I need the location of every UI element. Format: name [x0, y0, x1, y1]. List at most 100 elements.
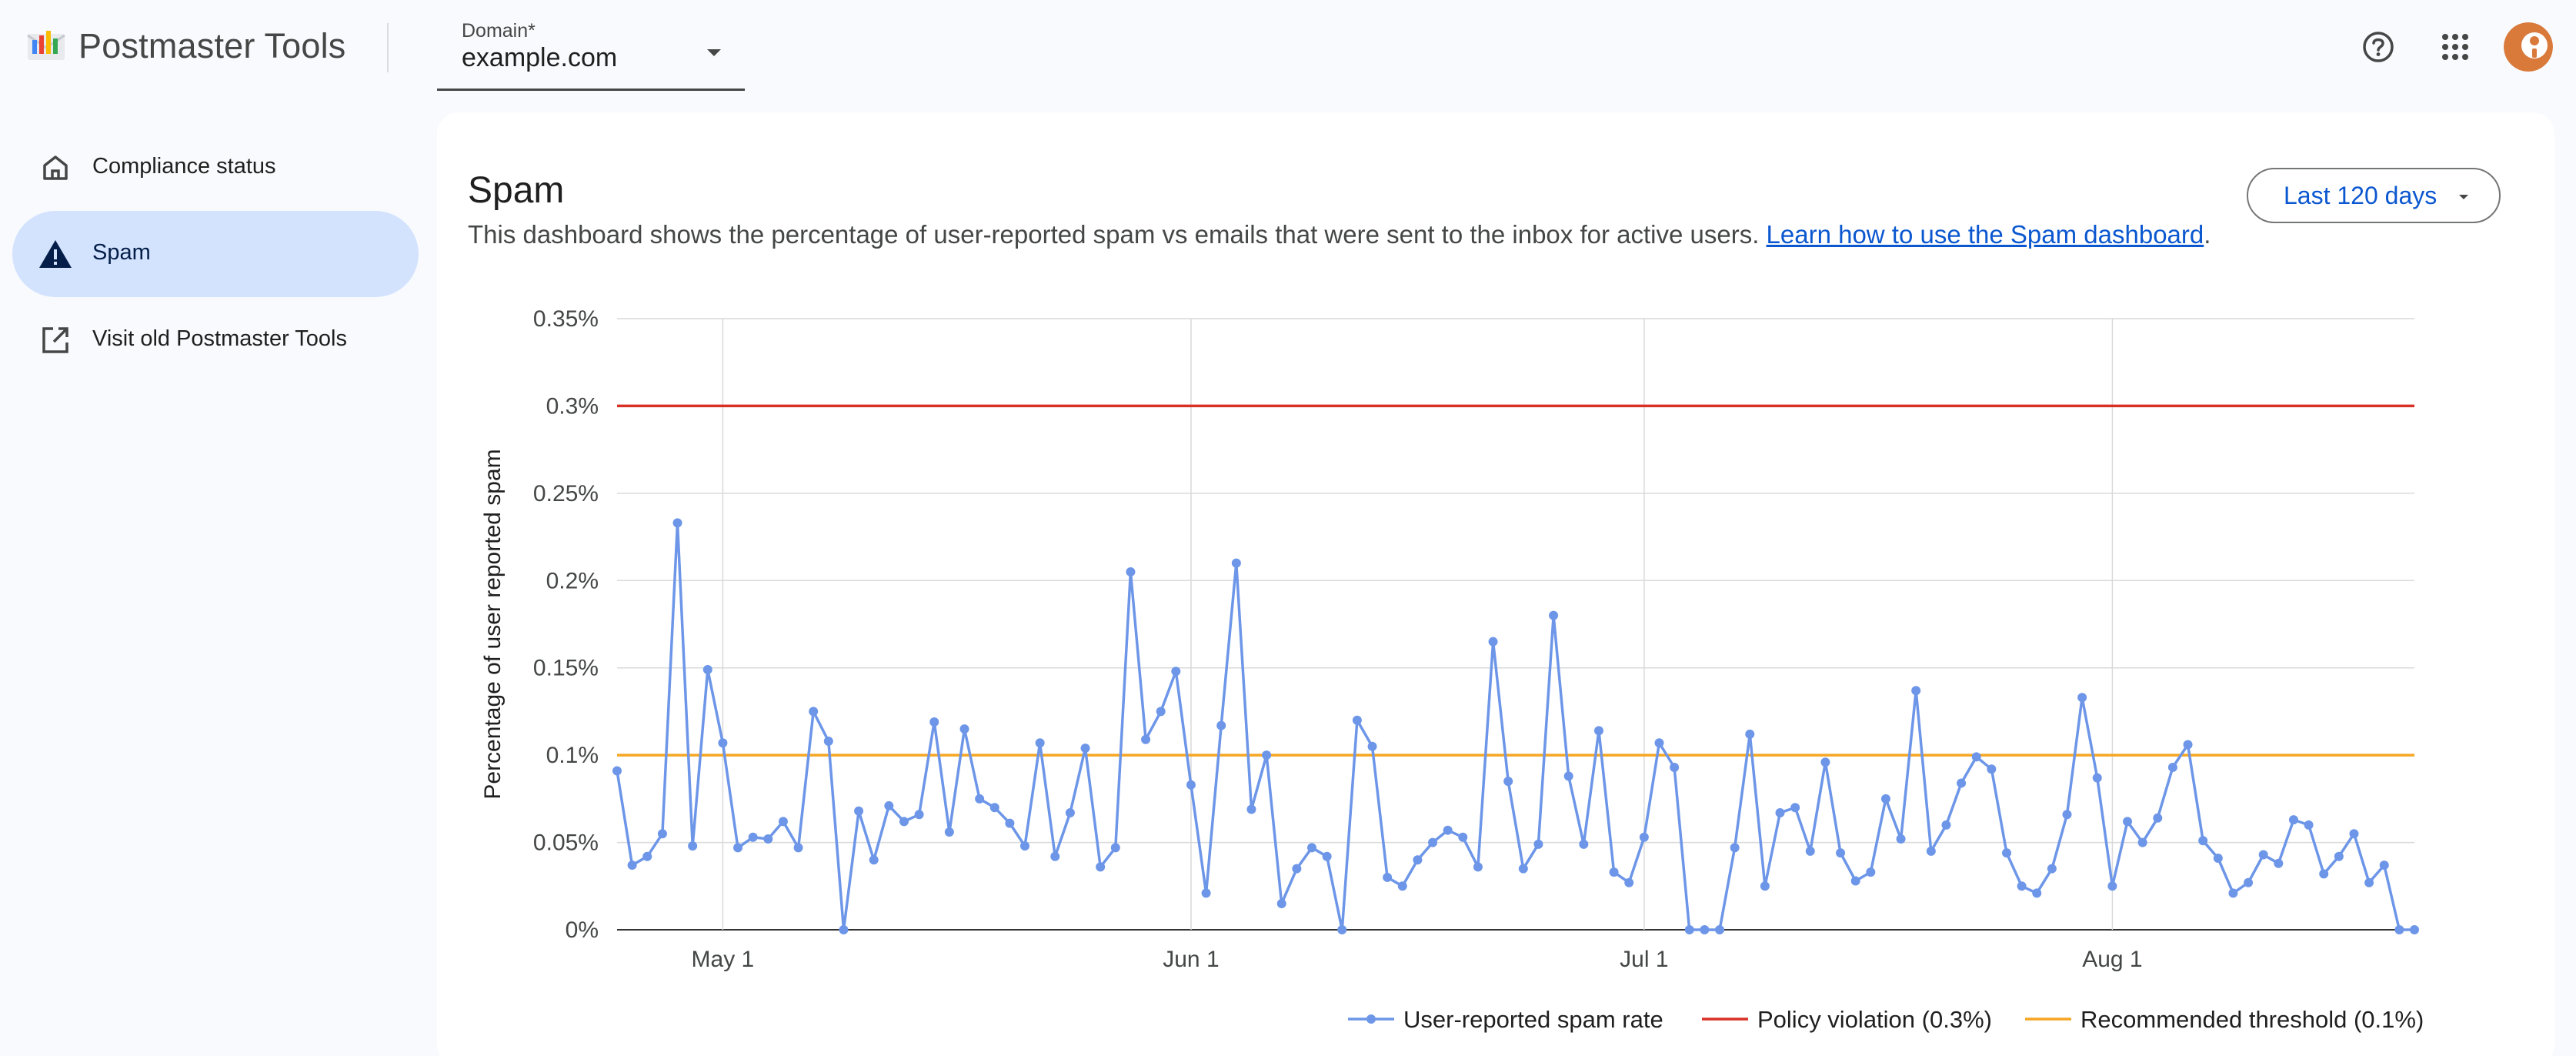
spam-rate-point — [1231, 558, 1241, 568]
spam-rate-point — [672, 518, 682, 528]
spam-rate-point — [1216, 720, 1226, 730]
spam-rate-point — [2183, 740, 2193, 750]
spam-rate-point — [2032, 888, 2042, 898]
spam-rate-point — [1670, 763, 1680, 773]
spam-rate-point — [1593, 726, 1603, 736]
app-title: Postmaster Tools — [78, 26, 346, 65]
spam-rate-point — [1337, 925, 1347, 934]
account-avatar[interactable] — [2504, 22, 2553, 72]
postmaster-logo-icon — [27, 31, 65, 60]
spam-rate-point — [2062, 810, 2072, 820]
spam-rate-point — [2137, 837, 2147, 847]
spam-rate-point — [657, 829, 667, 839]
spam-rate-point — [1775, 808, 1785, 818]
spam-rate-point — [1306, 843, 1316, 853]
apps-grid-icon[interactable] — [2436, 28, 2474, 66]
sidebar-item-spam[interactable]: Spam — [12, 211, 419, 297]
spam-rate-point — [1715, 925, 1725, 934]
spam-rate-point — [2304, 820, 2314, 830]
sidebar-item-label: Spam — [92, 240, 151, 265]
spam-rate-point — [2213, 853, 2223, 863]
spam-rate-point — [823, 736, 833, 746]
spam-rate-point — [914, 810, 924, 820]
y-tick-label: 0% — [566, 917, 599, 943]
spam-rate-point — [839, 925, 849, 934]
spam-rate-point — [2107, 881, 2117, 891]
sidebar-item-label: Compliance status — [92, 154, 276, 179]
help-icon[interactable] — [2359, 28, 2397, 66]
spam-rate-point — [2379, 861, 2389, 871]
spam-rate-point — [2410, 925, 2419, 934]
warning-icon — [39, 240, 72, 268]
legend-label: User-reported spam rate — [1403, 1006, 1663, 1033]
spam-rate-point — [793, 843, 803, 853]
y-tick-label: 0.2% — [546, 568, 599, 593]
spam-rate-point — [2047, 864, 2057, 874]
spam-rate-point — [1080, 744, 1090, 754]
y-tick-label: 0.05% — [533, 830, 599, 856]
spam-rate-point — [702, 664, 712, 674]
spam-rate-point — [809, 707, 819, 717]
spam-rate-point — [1428, 837, 1438, 847]
spam-rate-point — [1820, 757, 1830, 767]
spam-rate-point — [1488, 637, 1498, 647]
domain-select[interactable]: Domain* example.com — [437, 15, 745, 91]
spam-rate-point — [1413, 855, 1423, 865]
spam-rate-point — [975, 794, 985, 804]
y-axis-title: Percentage of user reported spam — [480, 449, 506, 799]
y-tick-label: 0.35% — [533, 306, 599, 332]
x-tick-label: May 1 — [692, 947, 755, 972]
spam-rate-point — [2228, 888, 2238, 898]
spam-rate-point — [1186, 780, 1196, 790]
spam-rate-point — [1911, 686, 1921, 696]
spam-rate-point — [1443, 825, 1453, 835]
sidebar-item-label: Visit old Postmaster Tools — [92, 326, 347, 351]
spam-rate-point — [2349, 829, 2359, 839]
spam-rate-point — [2198, 836, 2208, 846]
spam-rate-point — [1171, 667, 1181, 677]
spam-rate-point — [1866, 867, 1876, 877]
legend-label: Policy violation (0.3%) — [1757, 1006, 1992, 1033]
spam-rate-point — [748, 832, 758, 842]
chart-x-axis: May 1 Jun 1 Jul 1 Aug 1 — [692, 947, 2143, 972]
spam-rate-point — [1126, 566, 1136, 576]
spam-rate-point — [1805, 846, 1815, 856]
spam-rate-point — [778, 817, 788, 827]
spam-rate-point — [1926, 846, 1936, 856]
spam-rate-point — [2394, 925, 2404, 934]
spam-rate-point — [1533, 839, 1543, 849]
header-divider — [387, 23, 389, 72]
spam-rate-point — [718, 738, 728, 748]
y-tick-label: 0.3% — [546, 393, 599, 419]
spam-rate-point — [1700, 925, 1710, 934]
spam-rate-point — [1760, 881, 1770, 891]
spam-rate-point — [1941, 820, 1951, 830]
chart-y-axis: 0% 0.05% 0.1% 0.15% 0.2% 0.25% 0.3% 0.35% — [533, 306, 599, 943]
spam-rate-point — [642, 851, 652, 861]
spam-rate-point — [1262, 750, 1272, 760]
sidebar-item-compliance-status[interactable]: Compliance status — [12, 125, 419, 211]
spam-rate-point — [899, 817, 909, 827]
spam-rate-point — [884, 800, 894, 810]
chart-legend: User-reported spam rate Policy violation … — [1348, 1006, 2424, 1033]
spam-rate-point — [1836, 848, 1846, 858]
x-tick-label: Jun 1 — [1163, 947, 1219, 972]
spam-dashboard-card: Spam This dashboard shows the percentage… — [437, 112, 2554, 1056]
spam-rate-point — [1880, 794, 1890, 804]
spam-rate-point — [1896, 834, 1906, 844]
spam-rate-point — [1141, 734, 1151, 744]
spam-rate-point — [944, 827, 954, 837]
spam-rate-point — [612, 766, 622, 776]
spam-rate-point — [1397, 881, 1407, 891]
x-tick-label: Aug 1 — [2082, 947, 2142, 972]
y-tick-label: 0.15% — [533, 656, 599, 681]
y-tick-label: 0.1% — [546, 743, 599, 768]
spam-rate-point — [1850, 876, 1860, 886]
spam-rate-point — [2167, 763, 2177, 773]
top-app-bar: Postmaster Tools Domain* example.com — [0, 0, 2576, 95]
open-in-new-icon — [42, 327, 68, 353]
sidebar-item-visit-old-postmaster[interactable]: Visit old Postmaster Tools — [12, 297, 419, 383]
x-tick-label: Jul 1 — [1620, 947, 1668, 972]
spam-rate-point — [1473, 862, 1483, 872]
spam-rate-point — [1035, 738, 1045, 748]
